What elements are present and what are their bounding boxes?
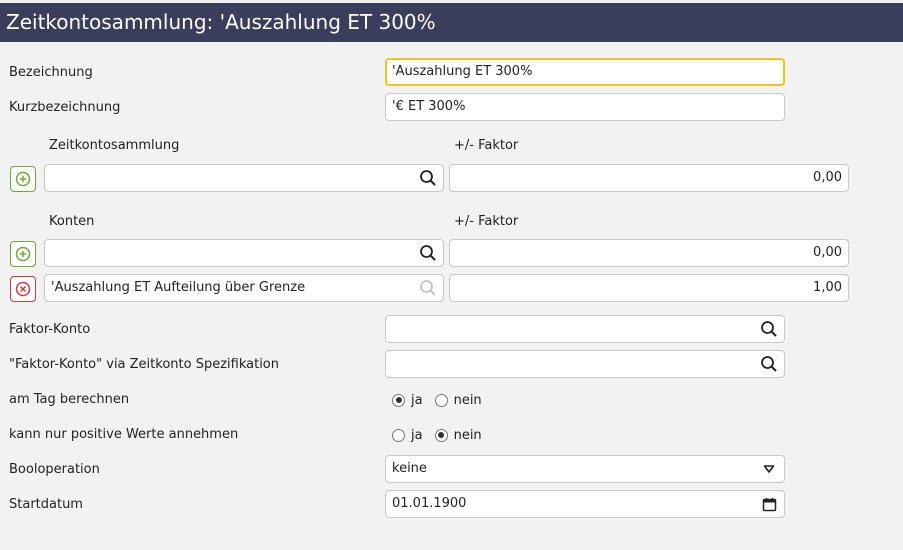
kurzbezeichnung-value: '€ ET 300% <box>392 99 466 114</box>
search-icon[interactable] <box>417 165 439 191</box>
nur-positive-nein-label: nein <box>453 427 482 443</box>
nur-positive-nein-radio[interactable] <box>434 428 448 442</box>
am-tag-berechnen-ja-label: ja <box>411 392 423 408</box>
bezeichnung-label: Bezeichnung <box>9 65 93 80</box>
am-tag-berechnen-label: am Tag berechnen <box>9 392 130 407</box>
am-tag-berechnen-radio-group: ja nein <box>392 391 494 409</box>
booloperation-select[interactable]: keine <box>385 455 785 483</box>
zeitkontosammlung-input[interactable] <box>44 164 444 192</box>
caret-down-icon <box>758 456 780 482</box>
kurzbezeichnung-input[interactable]: '€ ET 300% <box>385 93 785 121</box>
kurzbezeichnung-label: Kurzbezeichnung <box>9 100 121 115</box>
remove-konto-button[interactable] <box>10 276 36 302</box>
faktor-konto-spez-label: "Faktor-Konto" via Zeitkonto Spezifikati… <box>9 357 279 372</box>
window-title: Zeitkontosammlung: 'Auszahlung ET 300% <box>0 3 903 42</box>
konto-faktor-value-new: 0,00 <box>813 245 842 260</box>
konto-faktor-input-1[interactable]: 1,00 <box>449 274 849 302</box>
search-icon[interactable] <box>758 316 780 342</box>
plus-circle-icon <box>15 246 31 262</box>
konto-input-1[interactable]: 'Auszahlung ET Aufteilung über Grenze <box>44 274 444 302</box>
startdatum-label: Startdatum <box>9 497 83 512</box>
konto-input-new[interactable] <box>44 239 444 267</box>
booloperation-label: Booloperation <box>9 462 100 477</box>
konten-column-header: Konten <box>49 214 95 229</box>
x-circle-icon <box>15 281 31 297</box>
calendar-icon[interactable] <box>758 491 780 517</box>
konto-faktor-value-1: 1,00 <box>813 280 842 295</box>
add-konto-button[interactable] <box>10 241 36 267</box>
zeitkontosammlung-faktor-input[interactable]: 0,00 <box>449 164 849 192</box>
nur-positive-ja-radio[interactable] <box>392 428 405 442</box>
search-icon[interactable] <box>758 351 780 377</box>
zeitkontosammlung-faktor-value: 0,00 <box>813 170 842 185</box>
faktor-konto-label: Faktor-Konto <box>9 322 91 337</box>
am-tag-berechnen-nein-radio[interactable] <box>434 393 448 407</box>
zeitkontosammlung-faktor-header: +/- Faktor <box>454 138 519 153</box>
nur-positive-radio-group: ja nein <box>392 426 494 444</box>
konto-faktor-input-new[interactable]: 0,00 <box>449 239 849 267</box>
nur-positive-ja-label: ja <box>411 427 423 443</box>
booloperation-value: keine <box>392 461 427 476</box>
konto-value-1: 'Auszahlung ET Aufteilung über Grenze <box>51 280 306 295</box>
faktor-konto-spez-input[interactable] <box>385 350 785 378</box>
add-zeitkontosammlung-button[interactable] <box>10 166 36 192</box>
am-tag-berechnen-nein-label: nein <box>453 392 482 408</box>
search-icon[interactable] <box>417 240 439 266</box>
konten-faktor-header: +/- Faktor <box>454 214 519 229</box>
faktor-konto-input[interactable] <box>385 315 785 343</box>
am-tag-berechnen-ja-radio[interactable] <box>392 393 405 407</box>
search-icon[interactable] <box>417 275 439 301</box>
zeitkontosammlung-column-header: Zeitkontosammlung <box>49 138 180 153</box>
startdatum-input[interactable]: 01.01.1900 <box>385 490 785 518</box>
plus-circle-icon <box>15 171 31 187</box>
bezeichnung-value: 'Auszahlung ET 300% <box>392 64 533 79</box>
nur-positive-label: kann nur positive Werte annehmen <box>9 427 239 442</box>
bezeichnung-input[interactable]: 'Auszahlung ET 300% <box>385 58 785 86</box>
startdatum-value: 01.01.1900 <box>392 496 467 511</box>
